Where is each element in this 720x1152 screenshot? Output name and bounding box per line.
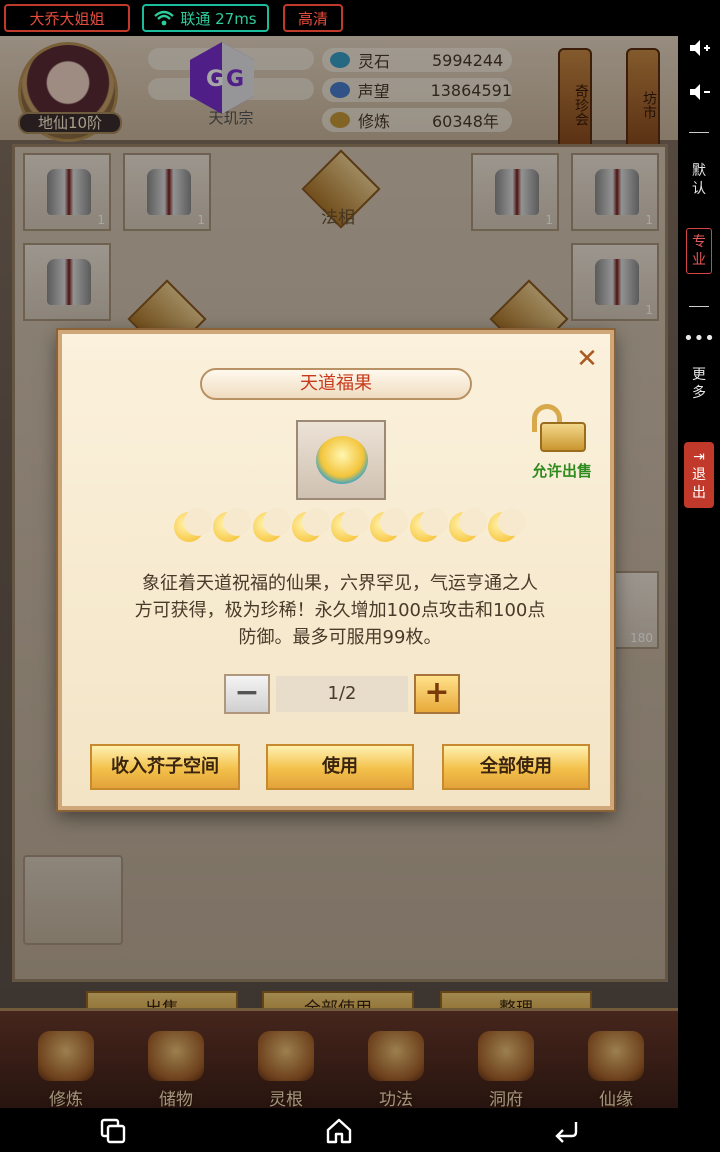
home-icon[interactable]	[324, 1116, 354, 1146]
crescent-moon-icon	[249, 508, 291, 546]
item-description: 象征着天道祝福的仙果，六界罕见，气运亨通之人 方可获得，极为珍稀！永久增加100…	[92, 570, 588, 651]
crescent-moon-icon	[406, 508, 448, 546]
divider	[689, 132, 709, 133]
close-icon[interactable]: ✕	[574, 346, 600, 372]
quality-text: 高清	[297, 9, 328, 28]
crescent-moon-icon	[445, 508, 487, 546]
network-badge[interactable]: 联通 27ms	[142, 4, 269, 32]
exit-button[interactable]: ⇥ 退出	[684, 442, 714, 508]
crescent-moon-icon	[288, 508, 330, 546]
user-name: 大乔大姐姐	[29, 9, 105, 28]
exit-label: 退出	[692, 467, 706, 501]
description-line: 防御。最多可服用99枚。	[238, 627, 442, 648]
decrease-button[interactable]: −	[224, 674, 270, 714]
mode-default[interactable]: 默认	[678, 162, 720, 198]
sell-permission[interactable]: 允许出售	[524, 394, 600, 494]
status-bar: 大乔大姐姐 联通 27ms 高清	[0, 0, 720, 36]
unlock-icon	[532, 404, 590, 452]
description-line: 方可获得，极为珍稀！永久增加100点攻击和100点	[134, 600, 546, 621]
volume-up-icon[interactable]	[688, 38, 712, 58]
item-icon-slot	[296, 420, 386, 500]
increase-button[interactable]: +	[414, 674, 460, 714]
network-text: 联通 27ms	[180, 9, 257, 28]
allow-sell-label: 允许出售	[531, 462, 592, 480]
more-button[interactable]: 更多	[678, 366, 720, 402]
description-line: 象征着天道祝福的仙果，六界罕见，气运亨通之人	[142, 573, 538, 594]
quantity-stepper: − 1/2 +	[224, 674, 460, 714]
recent-apps-icon[interactable]	[98, 1116, 128, 1146]
use-button[interactable]: 使用	[266, 744, 414, 790]
exit-icon: ⇥	[693, 449, 705, 465]
item-detail-dialog: 天道福果 ✕ 允许出售 象征着天道祝福的仙果，六界罕见，气运亨通之人 方可获得，…	[58, 330, 614, 810]
divider	[689, 306, 709, 307]
mode-pro[interactable]: 专业	[686, 228, 712, 274]
crescent-moon-icon	[366, 508, 409, 546]
mode-default-label: 默认	[692, 163, 706, 197]
crescent-moon-icon	[484, 508, 526, 546]
mode-pro-label: 专业	[692, 234, 706, 268]
quality-button[interactable]: 高清	[283, 4, 343, 32]
floating-side-panel: 默认 专业 ••• 更多 ⇥ 退出	[678, 36, 720, 1108]
user-name-badge[interactable]: 大乔大姐姐	[4, 4, 130, 32]
crescent-moon-icon	[170, 508, 212, 546]
screen: 大乔大姐姐 联通 27ms 高清 地仙10阶 天玑宗 G G 灵石 599424…	[0, 0, 720, 1152]
use-all-button[interactable]: 全部使用	[442, 744, 590, 790]
crescent-moon-icon	[209, 508, 252, 546]
more-dots-icon[interactable]: •••	[678, 330, 720, 348]
wifi-icon	[154, 10, 175, 26]
system-nav-bar	[0, 1108, 720, 1152]
volume-down-icon[interactable]	[688, 82, 712, 102]
back-icon[interactable]	[552, 1116, 582, 1146]
dialog-title: 天道福果	[200, 368, 472, 400]
quantity-value[interactable]: 1/2	[276, 676, 408, 712]
blessed-fruit-icon	[316, 436, 368, 484]
store-to-space-button[interactable]: 收入芥子空间	[90, 744, 240, 790]
more-label: 更多	[692, 367, 706, 401]
crescent-moon-icon	[327, 508, 369, 546]
star-rating	[170, 508, 526, 548]
